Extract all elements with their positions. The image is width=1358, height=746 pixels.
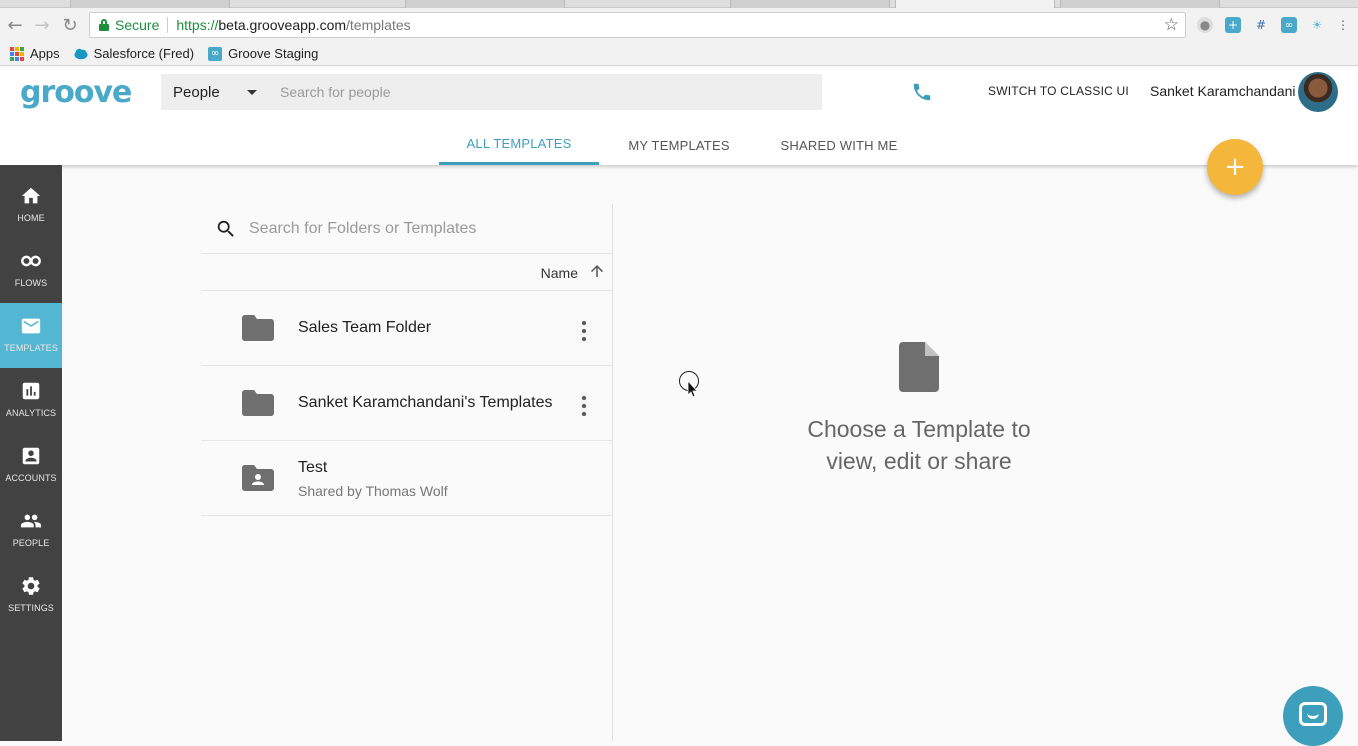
tab-all-templates[interactable]: ALL TEMPLATES (439, 125, 599, 165)
sidebar-item-people[interactable]: PEOPLE (0, 498, 62, 563)
list-item-shared-by: Shared by Thomas Wolf (298, 483, 448, 499)
folder-search (201, 204, 612, 254)
account-box-icon (22, 447, 40, 465)
chat-bubble-icon (1299, 702, 1327, 726)
empty-state: Choose a Template to view, edit or share (760, 342, 1078, 477)
salesforce-cloud-icon (74, 48, 88, 59)
folder-icon (242, 315, 274, 341)
bookmark-salesforce[interactable]: Salesforce (Fred) (74, 46, 194, 61)
sidebar-item-home[interactable]: HOME (0, 173, 62, 238)
sidebar-item-analytics[interactable]: ANALYTICS (0, 368, 62, 433)
folder-search-input[interactable] (249, 213, 609, 244)
template-tabs: ALL TEMPLATES MY TEMPLATES SHARED WITH M… (439, 125, 919, 165)
more-options-icon[interactable] (579, 396, 589, 416)
bookmark-groove-staging[interactable]: ∞ Groove Staging (208, 46, 318, 61)
sidebar-item-flows[interactable]: FLOWS (0, 238, 62, 303)
browser-tab[interactable] (70, 0, 230, 8)
extension-icon[interactable]: ☀ (1309, 17, 1325, 33)
people-search-input[interactable] (275, 74, 822, 110)
phone-icon[interactable] (911, 81, 933, 103)
sidebar-item-accounts[interactable]: ACCOUNTS (0, 433, 62, 498)
list-item-name: Test (298, 459, 328, 476)
browser-tab-active[interactable] (895, 0, 1055, 8)
gear-icon (22, 577, 40, 595)
people-icon (20, 514, 42, 528)
reload-icon[interactable]: ↻ (59, 14, 81, 36)
bookmarks-bar: Apps Salesforce (Fred) ∞ Groove Staging (0, 42, 1358, 66)
caret-down-icon (247, 90, 257, 95)
forward-icon[interactable]: → (31, 14, 53, 36)
search-icon[interactable] (215, 218, 237, 240)
apps-grid-icon (10, 46, 24, 61)
browser-tab-strip (0, 0, 1358, 8)
user-name[interactable]: Sanket Karamchandani (1150, 83, 1296, 99)
bookmark-apps[interactable]: Apps (10, 46, 60, 61)
extension-icon[interactable]: + (1225, 17, 1241, 33)
groove-extension-icon[interactable]: ∞ (1281, 17, 1297, 33)
search-scope-dropdown[interactable]: People (161, 74, 275, 110)
groove-logo[interactable]: groove (20, 75, 132, 110)
tab-shared-with-me[interactable]: SHARED WITH ME (759, 125, 919, 165)
tab-my-templates[interactable]: MY TEMPLATES (599, 125, 759, 165)
empty-state-line-2: view, edit or share (826, 448, 1012, 474)
bookmark-star-icon[interactable]: ☆ (1164, 15, 1179, 35)
infinity-icon (21, 255, 41, 267)
empty-state-line-1: Choose a Template to (807, 416, 1031, 442)
chrome-menu-icon[interactable]: ⋮ (1335, 17, 1351, 33)
list-item[interactable]: Sales Team Folder (201, 291, 612, 366)
browser-tab[interactable] (730, 0, 890, 8)
document-icon (899, 342, 939, 392)
url-text[interactable]: https://beta.grooveapp.com/templates (176, 17, 410, 33)
template-list-panel: Name Sales Team Folder Sanket Karamchand… (201, 204, 613, 741)
chat-launcher-button[interactable] (1283, 686, 1343, 746)
add-template-button[interactable]: + (1207, 139, 1263, 195)
address-bar[interactable]: Secure https://beta.grooveapp.com/templa… (89, 12, 1186, 38)
avatar[interactable] (1298, 72, 1338, 112)
browser-toolbar: ← → ↻ Secure https://beta.grooveapp.com/… (0, 8, 1358, 42)
sort-header: Name (201, 254, 612, 291)
extension-icon[interactable]: ● (1197, 17, 1213, 33)
hashtag-extension-icon[interactable]: # (1253, 17, 1269, 33)
sidebar-item-settings[interactable]: SETTINGS (0, 563, 62, 628)
folder-icon (242, 390, 274, 416)
lock-icon (99, 19, 109, 31)
list-item-name: Sales Team Folder (298, 319, 432, 336)
list-item[interactable]: Test Shared by Thomas Wolf (201, 441, 612, 516)
home-icon (21, 187, 41, 204)
groove-icon: ∞ (208, 46, 223, 61)
more-options-icon[interactable] (579, 321, 589, 341)
mouse-cursor-icon (679, 371, 699, 397)
back-icon[interactable]: ← (4, 14, 26, 36)
browser-tab[interactable] (1060, 0, 1220, 8)
sort-by-name[interactable]: Name (541, 265, 578, 281)
sidebar: HOME FLOWS TEMPLATES ANALYTICS ACCOUNTS … (0, 165, 62, 741)
switch-classic-ui-link[interactable]: SWITCH TO CLASSIC UI (988, 84, 1129, 98)
plus-icon: + (1224, 152, 1246, 182)
list-item[interactable]: Sanket Karamchandani's Templates (201, 366, 612, 441)
list-item-name: Sanket Karamchandani's Templates (298, 394, 553, 411)
bar-chart-icon (22, 382, 40, 400)
secure-label: Secure (115, 17, 160, 33)
envelope-icon (21, 318, 41, 334)
app-header: groove People SWITCH TO CLASSIC UI Sanke… (0, 67, 1358, 165)
sidebar-item-templates[interactable]: TEMPLATES (0, 303, 62, 368)
browser-tab[interactable] (405, 0, 565, 8)
shared-folder-icon (242, 465, 274, 491)
arrow-up-icon[interactable] (588, 262, 606, 280)
